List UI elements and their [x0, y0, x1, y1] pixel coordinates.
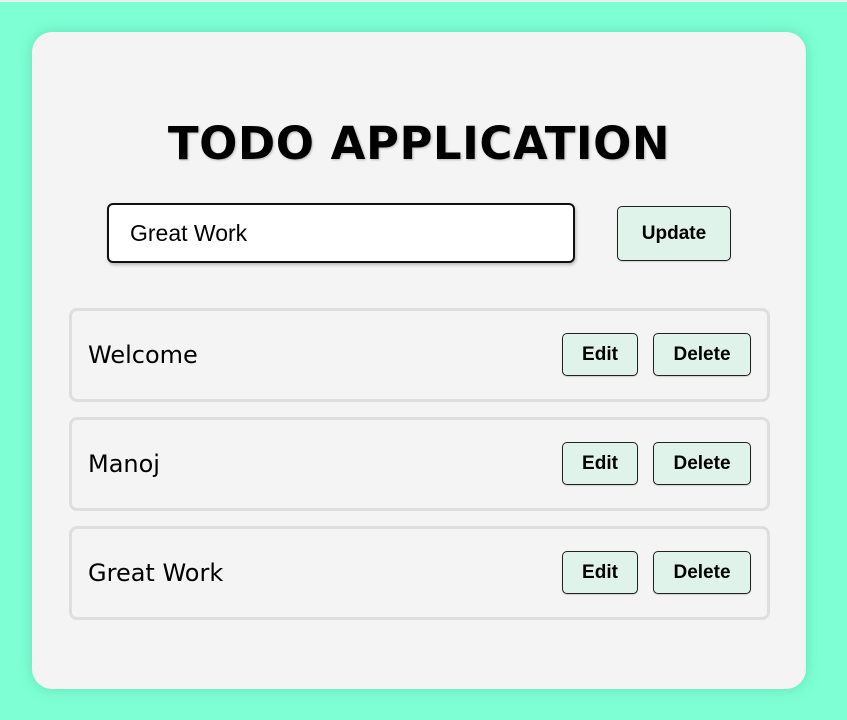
edit-button[interactable]: Edit: [562, 442, 638, 485]
edit-button[interactable]: Edit: [562, 551, 638, 594]
todo-card: TODO APPLICATION Update Welcome Edit Del…: [32, 32, 806, 689]
todo-item: Great Work Edit Delete: [69, 526, 770, 620]
delete-button[interactable]: Delete: [653, 442, 751, 485]
todo-item-text: Welcome: [88, 341, 198, 369]
delete-button[interactable]: Delete: [653, 551, 751, 594]
top-edge-line: [0, 0, 847, 2]
update-button[interactable]: Update: [617, 206, 731, 261]
page-title: TODO APPLICATION: [167, 117, 671, 170]
todo-input[interactable]: [107, 203, 575, 263]
todo-item-text: Great Work: [88, 559, 224, 587]
edit-button[interactable]: Edit: [562, 333, 638, 376]
todo-item: Manoj Edit Delete: [69, 417, 770, 511]
todo-item-text: Manoj: [88, 450, 160, 478]
delete-button[interactable]: Delete: [653, 333, 751, 376]
todo-item: Welcome Edit Delete: [69, 308, 770, 402]
